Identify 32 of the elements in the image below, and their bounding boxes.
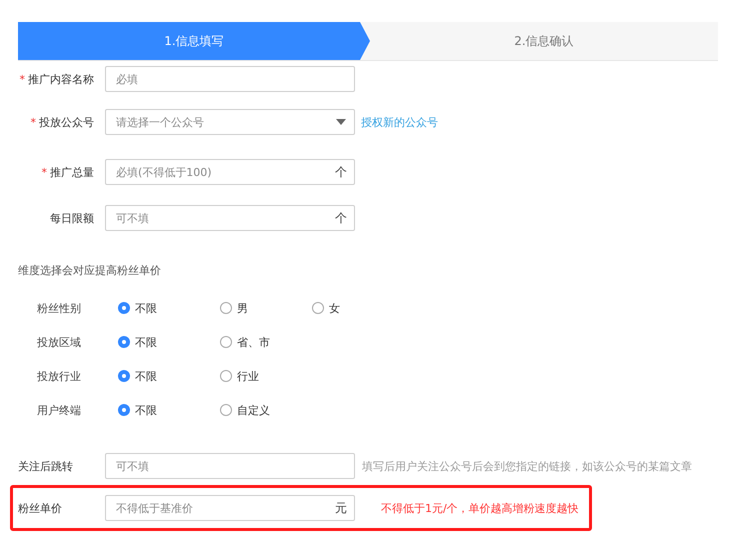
required-mark: * <box>20 72 25 86</box>
radio-option[interactable]: 省、市 <box>220 334 312 350</box>
hint-text: 维度选择会对应提高粉丝单价 <box>18 263 162 278</box>
label-text: 推广总量 <box>50 166 94 178</box>
unit-label: 个 <box>335 210 347 227</box>
required-mark: * <box>42 166 47 178</box>
input-field[interactable]: 必填 <box>105 66 355 92</box>
label-text: 推广内容名称 <box>28 72 94 86</box>
field-label: 关注后跳转 <box>18 458 74 474</box>
radio-option[interactable]: 不限 <box>118 402 220 418</box>
radio-option[interactable]: 不限 <box>118 334 220 350</box>
dimension-label: 投放区域 <box>37 334 82 350</box>
note-text: 填写后用户关注公众号后会到您指定的链接，如该公众号的某篇文章 <box>362 458 692 474</box>
unit-label: 个 <box>335 164 347 181</box>
radio-option[interactable]: 男 <box>220 300 312 316</box>
label-text: 投放公众号 <box>39 116 94 128</box>
radio-option[interactable]: 不限 <box>118 300 220 316</box>
field-label: 粉丝单价 <box>18 500 63 516</box>
caret-icon <box>336 119 346 125</box>
radio-option[interactable]: 行业 <box>220 368 312 384</box>
unit-label: 元 <box>335 500 347 517</box>
dimension-label: 粉丝性别 <box>37 300 82 316</box>
dimension-label: 投放行业 <box>37 368 82 384</box>
radio-option[interactable]: 女 <box>312 300 404 316</box>
select-field[interactable]: 请选择一个公众号 <box>105 109 355 135</box>
warning-text: 不得低于1元/个，单价越高增粉速度越快 <box>381 500 579 516</box>
radio-option[interactable]: 自定义 <box>220 402 312 418</box>
input-field[interactable]: 可不填 <box>105 453 355 479</box>
radio-option[interactable]: 不限 <box>118 368 220 384</box>
label-text: 每日限额 <box>50 212 94 224</box>
required-mark: * <box>30 116 36 128</box>
dimension-label: 用户终端 <box>37 402 82 418</box>
